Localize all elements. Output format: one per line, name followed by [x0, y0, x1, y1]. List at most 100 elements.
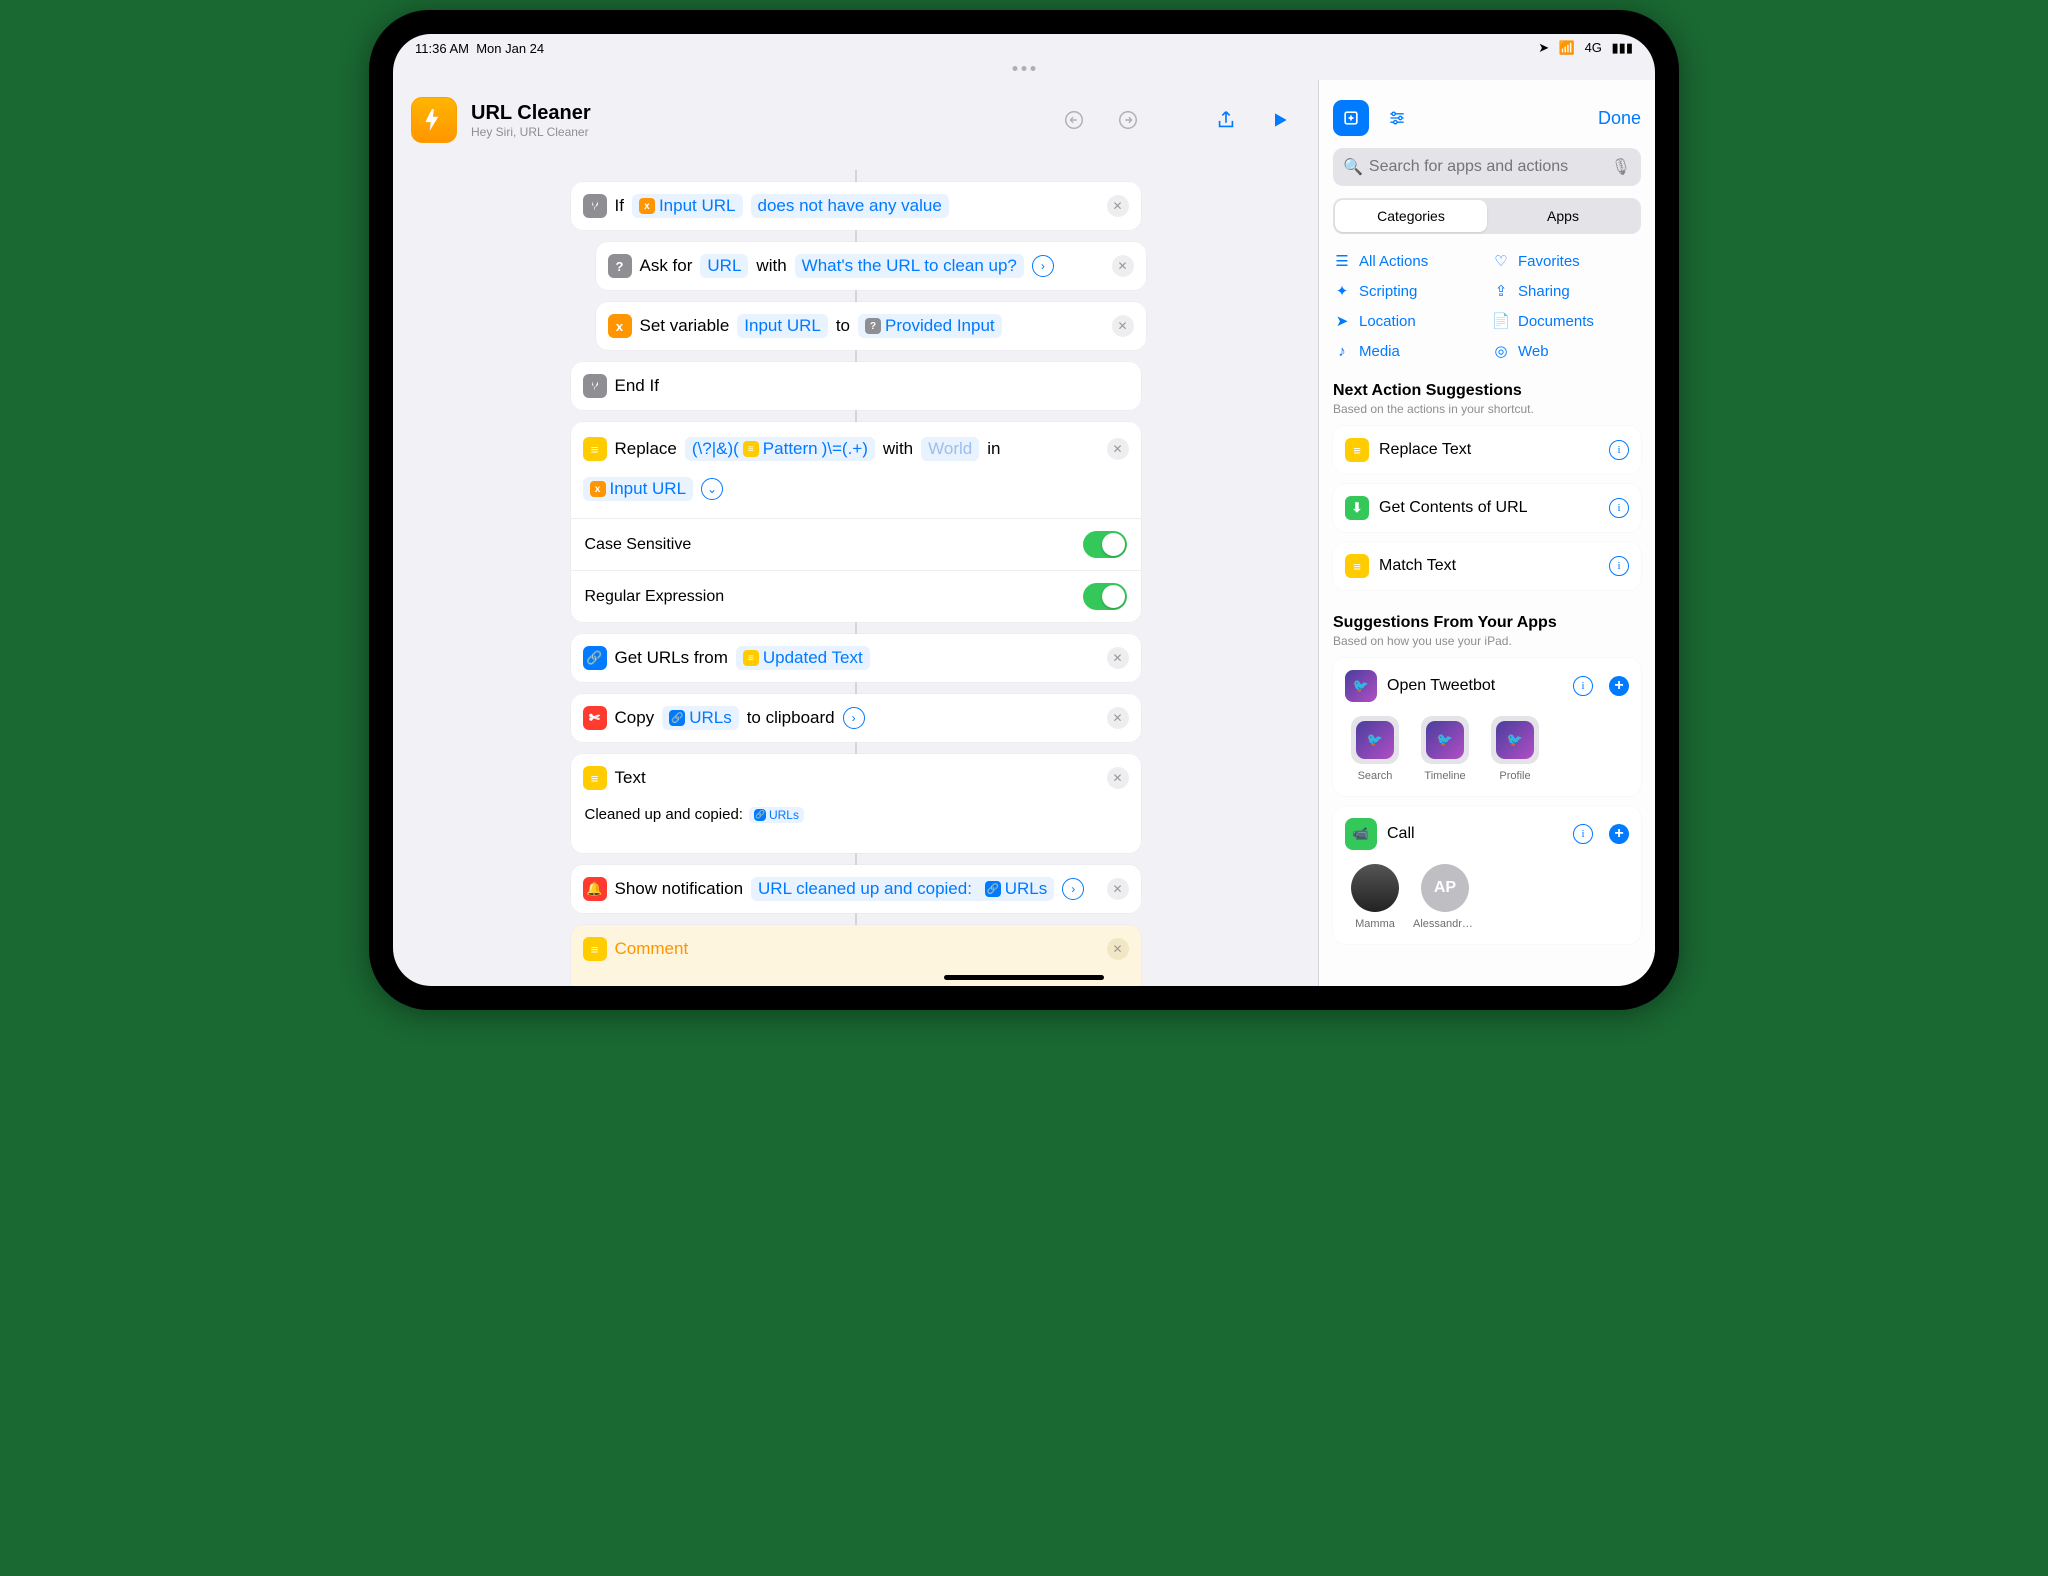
delete-action-button[interactable]: ✕ — [1107, 707, 1129, 729]
suggestion-match-text[interactable]: ≡ Match Text i — [1333, 542, 1641, 590]
category-web[interactable]: ◎Web — [1492, 342, 1641, 360]
suggestion-replace-text[interactable]: ≡ Replace Text i — [1333, 426, 1641, 474]
category-all-actions[interactable]: ☰All Actions — [1333, 252, 1482, 270]
category-documents[interactable]: 📄Documents — [1492, 312, 1641, 330]
next-suggestions-title: Next Action Suggestions — [1333, 382, 1641, 400]
share-icon: ⇪ — [1492, 282, 1510, 300]
action-ask-for-input[interactable]: ? Ask for URL with What's the URL to cle… — [596, 242, 1146, 290]
multitask-dots[interactable] — [1013, 66, 1036, 71]
if-label: If — [615, 196, 624, 216]
action-copy-to-clipboard[interactable]: ✄ Copy 🔗URLs to clipboard › ✕ — [571, 694, 1141, 742]
copy-var[interactable]: 🔗URLs — [662, 706, 739, 730]
replace-source[interactable]: xInput URL — [583, 477, 694, 501]
action-text[interactable]: ≡ Text ✕ Cleaned up and copied: 🔗URLs — [571, 754, 1141, 853]
app-suggestion-tweetbot: 🐦 Open Tweetbot i + 🐦Search 🐦Timeline 🐦P… — [1333, 658, 1641, 796]
tweetbot-timeline[interactable]: 🐦Timeline — [1415, 716, 1475, 782]
action-if[interactable]: If xInput URL does not have any value ✕ — [571, 182, 1141, 230]
replace-with-field[interactable]: World — [921, 437, 979, 461]
tweetbot-profile[interactable]: 🐦Profile — [1485, 716, 1545, 782]
text-field[interactable]: Cleaned up and copied: 🔗URLs — [571, 802, 1141, 853]
library-tab[interactable] — [1333, 100, 1369, 136]
link-icon: 🔗 — [583, 646, 607, 670]
replace-find-field[interactable]: (\?|&)(≡ Pattern )\=(.+) — [685, 437, 875, 461]
category-sharing[interactable]: ⇪Sharing — [1492, 282, 1641, 300]
music-icon: ♪ — [1333, 343, 1351, 360]
replace-label: Replace — [615, 439, 677, 459]
actions-canvas[interactable]: If xInput URL does not have any value ✕ … — [393, 160, 1318, 986]
if-variable[interactable]: xInput URL — [632, 194, 743, 218]
regex-toggle[interactable] — [1083, 583, 1127, 610]
undo-button[interactable] — [1054, 100, 1094, 140]
action-show-notification[interactable]: 🔔 Show notification URL cleaned up and c… — [571, 865, 1141, 913]
facetime-icon: 📹 — [1345, 818, 1377, 850]
info-button[interactable]: i — [1609, 440, 1629, 460]
delete-action-button[interactable]: ✕ — [1107, 195, 1129, 217]
done-button[interactable]: Done — [1598, 108, 1641, 129]
document-icon: 📄 — [1492, 312, 1510, 330]
redo-button[interactable] — [1108, 100, 1148, 140]
replace-in-kw: in — [987, 439, 1000, 459]
setvar-name[interactable]: Input URL — [737, 314, 828, 338]
add-button[interactable]: + — [1609, 676, 1629, 696]
info-button[interactable]: i — [1573, 824, 1593, 844]
action-get-urls[interactable]: 🔗 Get URLs from ≡Updated Text ✕ — [571, 634, 1141, 682]
action-library-sidebar: Done 🔍 🎙 Categories Apps ☰All Actions — [1319, 80, 1655, 986]
app-suggestions-title: Suggestions From Your Apps — [1333, 614, 1641, 632]
app-suggestion-facetime: 📹 Call i + Mamma APAlessandro… — [1333, 806, 1641, 944]
add-button[interactable]: + — [1609, 824, 1629, 844]
suggestion-get-contents-of-url[interactable]: ⬇ Get Contents of URL i — [1333, 484, 1641, 532]
notif-body[interactable]: URL cleaned up and copied: 🔗URLs — [751, 877, 1054, 901]
endif-label: End If — [615, 376, 659, 396]
if-condition[interactable]: does not have any value — [751, 194, 949, 218]
delete-action-button[interactable]: ✕ — [1107, 938, 1129, 960]
category-favorites[interactable]: ♡Favorites — [1492, 252, 1641, 270]
case-sensitive-toggle[interactable] — [1083, 531, 1127, 558]
disclosure-button[interactable]: › — [1062, 878, 1084, 900]
suggestion-label: Call — [1387, 825, 1415, 843]
delete-action-button[interactable]: ✕ — [1107, 878, 1129, 900]
category-media[interactable]: ♪Media — [1333, 342, 1482, 360]
action-replace-text[interactable]: ≡ Replace (\?|&)(≡ Pattern )\=(.+) with … — [571, 422, 1141, 622]
call-contact-alessandro[interactable]: APAlessandro… — [1415, 864, 1475, 930]
search-field[interactable]: 🔍 🎙 — [1333, 148, 1641, 186]
call-contact-mamma[interactable]: Mamma — [1345, 864, 1405, 930]
delete-action-button[interactable]: ✕ — [1112, 255, 1134, 277]
category-location[interactable]: ➤Location — [1333, 312, 1482, 330]
action-set-variable[interactable]: x Set variable Input URL to ?Provided In… — [596, 302, 1146, 350]
info-button[interactable]: i — [1609, 556, 1629, 576]
run-button[interactable] — [1260, 100, 1300, 140]
segment-categories[interactable]: Categories — [1335, 200, 1487, 232]
status-date: Mon Jan 24 — [476, 41, 544, 56]
setvar-value[interactable]: ?Provided Input — [858, 314, 1002, 338]
action-end-if[interactable]: End If — [571, 362, 1141, 410]
tweetbot-search[interactable]: 🐦Search — [1345, 716, 1405, 782]
shortcut-icon[interactable] — [411, 97, 457, 143]
disclosure-button[interactable]: › — [843, 707, 865, 729]
library-segment[interactable]: Categories Apps — [1333, 198, 1641, 234]
segment-apps[interactable]: Apps — [1487, 200, 1639, 232]
geturls-source[interactable]: ≡Updated Text — [736, 646, 870, 670]
info-button[interactable]: i — [1573, 676, 1593, 696]
shortcut-title[interactable]: URL Cleaner — [471, 102, 591, 125]
suggestion-label: Replace Text — [1379, 441, 1471, 459]
dictation-icon[interactable]: 🎙 — [1611, 157, 1631, 177]
expand-button[interactable]: ⌄ — [701, 478, 723, 500]
category-scripting[interactable]: ✦Scripting — [1333, 282, 1482, 300]
delete-action-button[interactable]: ✕ — [1112, 315, 1134, 337]
delete-action-button[interactable]: ✕ — [1107, 647, 1129, 669]
home-indicator[interactable] — [944, 975, 1104, 980]
ask-prompt[interactable]: What's the URL to clean up? — [795, 254, 1024, 278]
delete-action-button[interactable]: ✕ — [1107, 767, 1129, 789]
disclosure-button[interactable]: › — [1032, 255, 1054, 277]
info-button[interactable]: i — [1609, 498, 1629, 518]
ask-type[interactable]: URL — [700, 254, 748, 278]
settings-tab[interactable] — [1379, 100, 1415, 136]
ask-label: Ask for — [640, 256, 693, 276]
delete-action-button[interactable]: ✕ — [1107, 438, 1129, 460]
share-button[interactable] — [1206, 100, 1246, 140]
search-input[interactable] — [1369, 158, 1605, 176]
avatar — [1351, 864, 1399, 912]
notif-label: Show notification — [615, 879, 744, 899]
shortcut-subtitle: Hey Siri, URL Cleaner — [471, 125, 591, 139]
comment-icon: ≡ — [583, 937, 607, 961]
